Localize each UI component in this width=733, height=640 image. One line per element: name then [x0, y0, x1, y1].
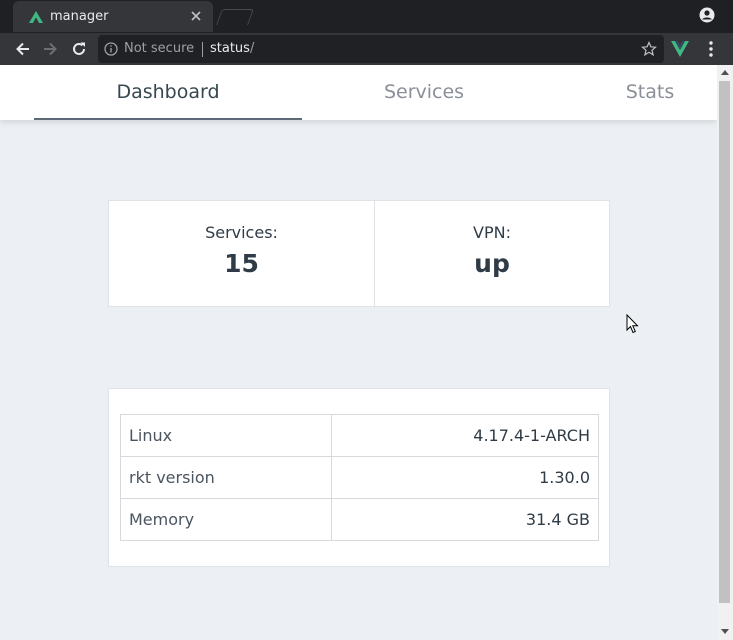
table-row: rkt version 1.30.0 [120, 456, 599, 499]
tab-dashboard[interactable]: Dashboard [34, 65, 302, 120]
system-info-table: Linux 4.17.4-1-ARCH rkt version 1.30.0 M… [120, 414, 599, 541]
app-navbar: Dashboard Services Stats [0, 65, 717, 120]
stats-card: Services: 15 VPN: up [108, 200, 610, 307]
mouse-cursor-icon [626, 314, 639, 334]
address-bar[interactable]: Not secure status/ [98, 35, 664, 63]
menu-icon[interactable] [703, 40, 719, 58]
active-tab-indicator [34, 118, 302, 120]
row-value: 4.17.4-1-ARCH [331, 414, 599, 457]
stat-label: Services: [205, 223, 278, 242]
table-row: Linux 4.17.4-1-ARCH [120, 414, 599, 457]
browser-toolbar: Not secure status/ [0, 33, 733, 65]
system-info-card: Linux 4.17.4-1-ARCH rkt version 1.30.0 M… [108, 388, 610, 567]
security-label[interactable]: Not secure [124, 41, 194, 56]
forward-icon[interactable] [40, 39, 60, 59]
row-value: 1.30.0 [331, 456, 599, 499]
nuxt-favicon-icon [29, 11, 43, 23]
star-icon[interactable] [641, 41, 657, 57]
close-icon[interactable] [189, 9, 203, 23]
reload-icon[interactable] [69, 39, 89, 59]
row-key: Linux [120, 414, 332, 457]
stat-vpn: VPN: up [375, 201, 609, 306]
browser-tab-strip: manager [0, 0, 733, 33]
scroll-down-arrow-icon[interactable] [721, 629, 729, 634]
info-icon[interactable] [104, 42, 118, 56]
tab-services[interactable]: Services [302, 65, 546, 120]
profile-icon[interactable] [699, 7, 715, 23]
vertical-scrollbar[interactable] [717, 65, 733, 640]
row-key: Memory [120, 498, 332, 541]
stat-services: Services: 15 [109, 201, 374, 306]
scroll-thumb[interactable] [719, 81, 730, 603]
scroll-up-arrow-icon[interactable] [721, 70, 729, 75]
url-path: / [249, 41, 255, 56]
url-text[interactable]: status/ [210, 41, 254, 56]
tab-title: manager [50, 9, 109, 24]
tab-stats[interactable]: Stats [583, 65, 717, 120]
omnibox-separator [202, 42, 203, 57]
table-row: Memory 31.4 GB [120, 498, 599, 541]
back-icon[interactable] [13, 39, 33, 59]
stat-value: up [474, 249, 510, 278]
page-viewport: Dashboard Services Stats Services: 15 VP… [0, 65, 717, 640]
row-key: rkt version [120, 456, 332, 499]
stat-label: VPN: [473, 223, 511, 242]
row-value: 31.4 GB [331, 498, 599, 541]
browser-tab[interactable]: manager [13, 1, 213, 32]
vue-devtools-icon[interactable] [671, 41, 689, 57]
stat-value: 15 [224, 249, 259, 278]
url-host: status [210, 41, 250, 56]
new-tab-button[interactable] [216, 9, 254, 25]
